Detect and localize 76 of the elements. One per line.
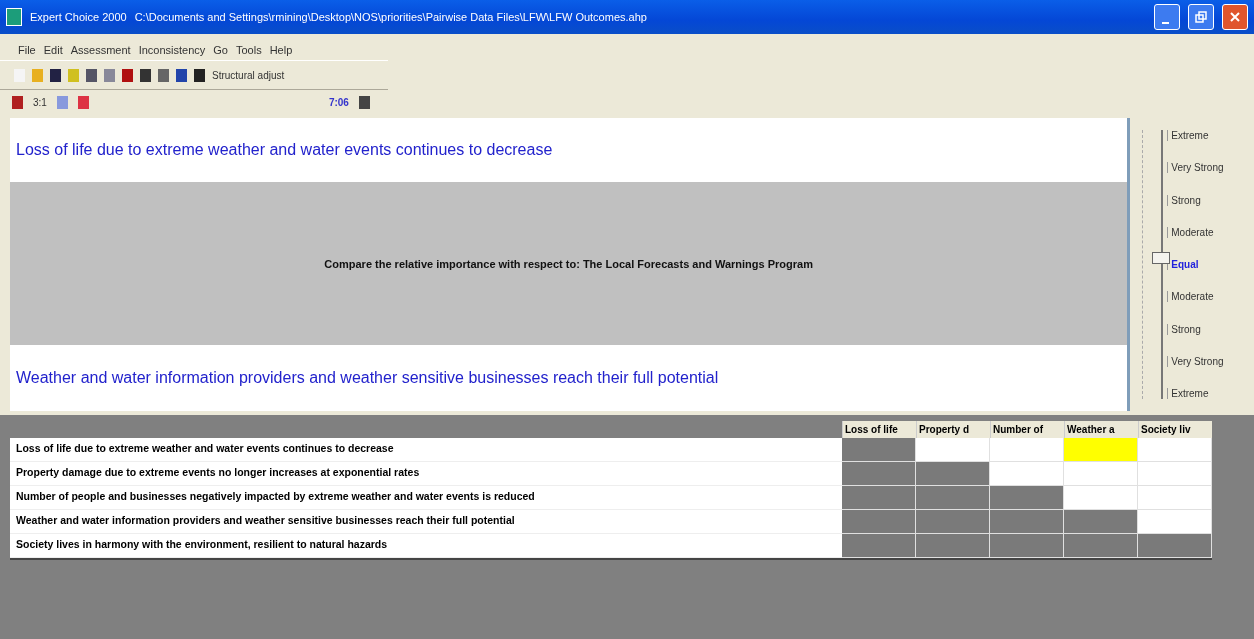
row-label: Society lives in harmony with the environment, resilient to natural hazards <box>10 534 842 558</box>
toolbar-icon[interactable] <box>12 95 23 109</box>
column-header: Number of <box>990 421 1064 438</box>
toolbar-icon[interactable] <box>122 68 133 82</box>
matrix-cell[interactable] <box>990 462 1064 486</box>
menu-item[interactable]: Help <box>269 44 293 56</box>
comparison-prompt: Compare the relative importance with respect to: The Local Forecasts and Warnings Program <box>10 182 1128 345</box>
menu-item[interactable]: Tools <box>235 44 262 56</box>
matrix-cell[interactable] <box>990 486 1064 510</box>
minimize-button[interactable] <box>1154 4 1180 30</box>
matrix-cell[interactable] <box>916 534 990 558</box>
app-name: Expert Choice 2000 <box>30 11 127 23</box>
ratio-label: 3:1 <box>33 96 47 108</box>
matrix-cell[interactable] <box>842 510 916 534</box>
file-path: C:\Documents and Settings\rmining\Desktop\NOS\priorities\Pairwise Data Files\LFW\LFW Outcomes.ahp <box>134 11 647 23</box>
toolbar-icon[interactable] <box>86 68 97 82</box>
toolbar-icon[interactable] <box>50 68 61 82</box>
comparison-slider[interactable]: Extreme Very Strong Strong Moderate Equal Moderate Strong Very Strong Extreme <box>1134 118 1250 411</box>
matrix-cell[interactable] <box>1138 510 1212 534</box>
scale-label[interactable]: Equal <box>1167 259 1224 270</box>
structural-adjust-button[interactable]: Structural adjust <box>212 69 285 81</box>
column-header: Property d <box>916 421 990 438</box>
matrix-cell[interactable] <box>842 438 916 462</box>
matrix-cell[interactable] <box>916 510 990 534</box>
matrix-cell[interactable] <box>1064 462 1138 486</box>
row-label: Weather and water information providers and weather sensitive businesses reach their full potential <box>10 510 842 534</box>
column-header: Loss of life <box>842 421 916 438</box>
matrix-cell[interactable] <box>916 438 990 462</box>
matrix-cell[interactable] <box>990 534 1064 558</box>
matrix-cell[interactable] <box>1064 438 1138 462</box>
bottom-element-text: Weather and water information providers and weather sensitive businesses reach their full potential <box>10 345 1128 411</box>
row-label: Number of people and businesses negatively impacted by extreme weather and water events is reduced <box>10 486 842 510</box>
menu-item[interactable]: File <box>18 44 36 56</box>
matrix-cell[interactable] <box>842 486 916 510</box>
close-icon <box>1229 11 1241 23</box>
menu-item[interactable]: Inconsistency <box>138 44 206 56</box>
scale-label[interactable]: Extreme <box>1167 388 1224 399</box>
matrix-cell[interactable] <box>916 486 990 510</box>
scale-label[interactable]: Strong <box>1167 323 1224 335</box>
matrix-cell[interactable] <box>1138 486 1212 510</box>
matrix-cell[interactable] <box>1138 534 1212 558</box>
matrix-cell[interactable] <box>1138 462 1212 486</box>
matrix-cell[interactable] <box>1064 486 1138 510</box>
menu-item[interactable]: Edit <box>43 44 63 56</box>
matrix-cell[interactable] <box>1064 510 1138 534</box>
scale-label[interactable]: Very Strong <box>1167 162 1224 174</box>
column-header: Weather a <box>1064 421 1138 438</box>
menu-item[interactable]: Assessment <box>70 44 131 56</box>
scale-label[interactable]: Moderate <box>1167 291 1224 303</box>
scale-label[interactable]: Moderate <box>1167 226 1224 238</box>
matrix-cell[interactable] <box>842 534 916 558</box>
scale-label[interactable]: Extreme <box>1167 130 1224 141</box>
matrix-cell[interactable] <box>990 510 1064 534</box>
toolbar-icon[interactable] <box>176 68 187 82</box>
matrix-cell[interactable] <box>990 438 1064 462</box>
restore-button[interactable] <box>1188 4 1214 30</box>
app-icon <box>6 8 22 26</box>
matrix-cell[interactable] <box>1064 534 1138 558</box>
minimize-icon <box>1161 22 1169 24</box>
counter-label: 7:06 <box>328 96 349 108</box>
close-button[interactable] <box>1222 4 1248 30</box>
matrix-cell[interactable] <box>916 462 990 486</box>
menu-item[interactable]: Go <box>213 44 228 56</box>
column-header: Society liv <box>1138 421 1212 438</box>
toolbar-icon[interactable] <box>194 68 205 82</box>
matrix-cell[interactable] <box>1138 438 1212 462</box>
scale-label[interactable]: Strong <box>1167 194 1224 206</box>
toolbar-icon[interactable] <box>140 68 151 82</box>
row-label: Property damage due to extreme events no longer increases at exponential rates <box>10 462 842 486</box>
restore-icon <box>1195 11 1207 23</box>
toolbar-icon[interactable] <box>358 95 370 109</box>
matrix-cell[interactable] <box>842 462 916 486</box>
top-element-text: Loss of life due to extreme weather and water events continues to decrease <box>10 118 1128 182</box>
slider-thumb[interactable] <box>1152 252 1171 264</box>
scale-label[interactable]: Very Strong <box>1167 355 1224 367</box>
row-label: Loss of life due to extreme weather and water events continues to decrease <box>10 438 842 462</box>
